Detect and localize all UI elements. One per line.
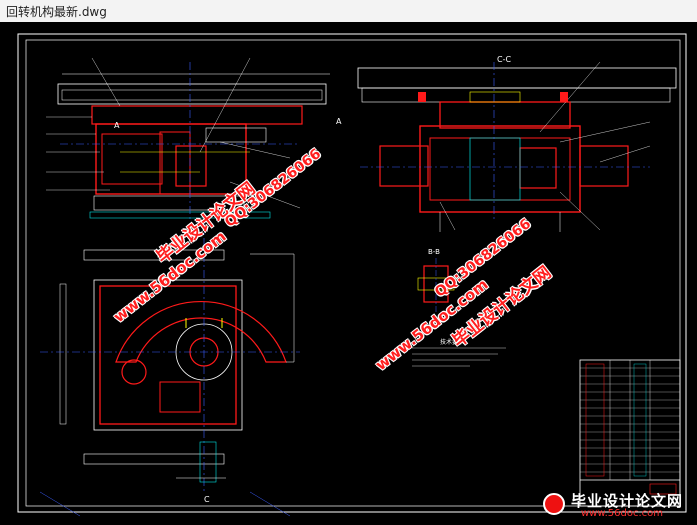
window-titlebar: 回转机构最新.dwg [0, 0, 697, 23]
window-title: 回转机构最新.dwg [6, 5, 107, 19]
marker-a-section: A [336, 117, 342, 126]
drawing-border [25, 39, 681, 507]
section-bb-label: B-B [428, 248, 440, 256]
cad-canvas[interactable]: A C-C A C B-B 技术要求 www.56doc.com 毕业设计论文网… [0, 22, 697, 525]
logo-url: www.56doc.com [581, 508, 664, 519]
logo-mark-icon [543, 493, 565, 515]
front-view [46, 57, 330, 222]
site-logo: 毕业设计论文网 www.56doc.com [541, 491, 691, 521]
marker-a-front: A [114, 121, 120, 130]
cad-drawing: A C-C A C B-B 技术要求 [17, 33, 687, 517]
marker-c: C [204, 495, 210, 504]
section-view-cc [357, 61, 677, 232]
tech-req-notes [412, 347, 506, 367]
title-block [579, 359, 681, 507]
section-cc-label: C-C [497, 55, 511, 64]
